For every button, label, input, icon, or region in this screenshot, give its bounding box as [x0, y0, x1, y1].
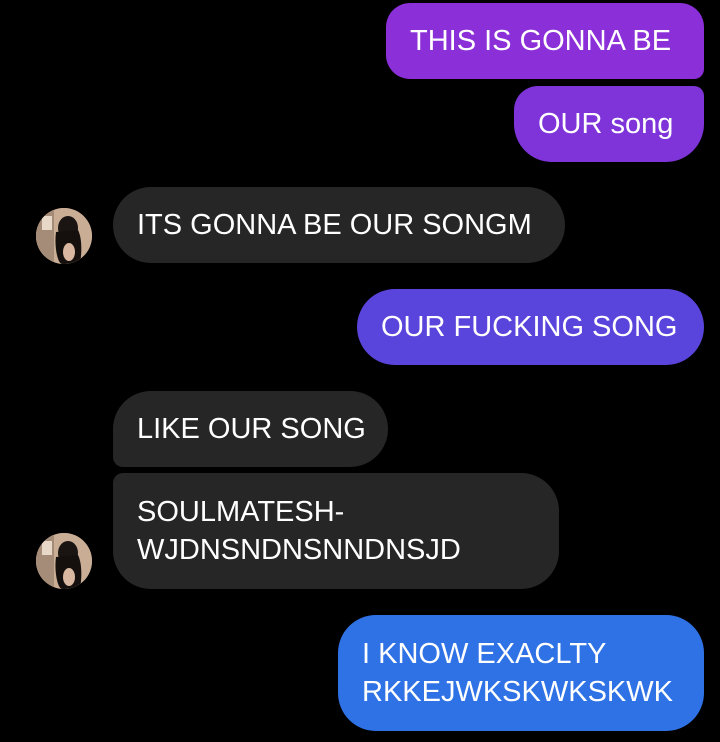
contact-avatar[interactable] [36, 533, 92, 589]
message-text: THIS IS GONNA BE [410, 25, 672, 57]
sent-message-bubble[interactable]: THIS IS GONNA BE [386, 3, 704, 79]
message-text-line: I KNOW EXACLTY [362, 638, 607, 670]
received-message-bubble[interactable]: LIKE OUR SONG [113, 391, 388, 467]
message-text: OUR song [538, 108, 674, 140]
message-text: ITS GONNA BE OUR SONGM [137, 209, 532, 241]
contact-avatar[interactable] [36, 208, 92, 264]
message-text: OUR FUCKING SONG [381, 311, 678, 343]
message-text: LIKE OUR SONG [137, 413, 366, 445]
sent-message-bubble[interactable]: I KNOW EXACLTY RKKEJWKSKWKSKWK [338, 615, 704, 731]
received-message-bubble[interactable]: SOULMATESH- WJDNSNDNSNNDNSJD [113, 473, 559, 589]
avatar-photo-icon [36, 208, 92, 264]
received-message-bubble[interactable]: ITS GONNA BE OUR SONGM [113, 187, 565, 263]
avatar-photo-icon [36, 533, 92, 589]
message-text-line: WJDNSNDNSNNDNSJD [137, 534, 461, 566]
message-text-line: SOULMATESH- [137, 496, 345, 528]
message-text-line: RKKEJWKSKWKSKWK [362, 676, 673, 708]
sent-message-bubble[interactable]: OUR FUCKING SONG [357, 289, 704, 365]
sent-message-bubble[interactable]: OUR song [514, 86, 704, 162]
